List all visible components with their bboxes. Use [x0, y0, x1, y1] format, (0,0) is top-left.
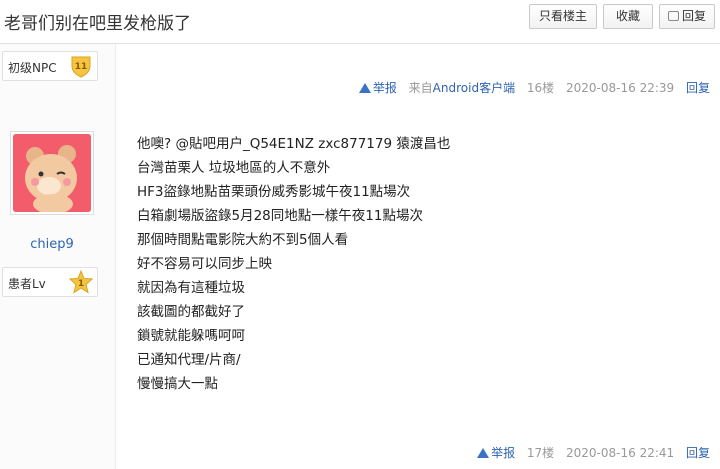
level-star-icon: 1	[69, 270, 93, 294]
level-name: 患者Lv	[8, 277, 46, 291]
level-number: 11	[75, 62, 88, 72]
content-line: 鎖號就能躲嗎呵呵	[137, 328, 245, 344]
content-line: 好不容易可以同步上映	[137, 256, 272, 272]
thread-header: 老哥们别在吧里发枪版了 只看楼主 收藏 回复	[0, 0, 720, 44]
content-line: 就因為有這種垃圾	[137, 280, 245, 296]
post-content: 他噢? @貼吧用户_Q54E1NZ zxc877179 猿渡昌也 台灣苗栗人 垃…	[137, 134, 450, 398]
thread-title: 老哥们别在吧里发枪版了	[4, 14, 191, 34]
level-badge-floor16[interactable]: 初级NPC 11	[2, 51, 98, 81]
user-sidebar	[0, 44, 116, 469]
favorite-button[interactable]: 收藏	[603, 4, 653, 29]
content-line: 台灣苗栗人 垃圾地區的人不意外	[137, 160, 331, 176]
floor-number: 16楼	[526, 81, 555, 95]
client-source: 来自Android客户端	[409, 81, 515, 95]
warning-icon	[477, 448, 490, 458]
floor-number: 17楼	[526, 446, 555, 460]
content-line: 該截圖的都截好了	[137, 304, 245, 320]
username-link[interactable]: chiep9	[0, 237, 104, 252]
reply-button[interactable]: 回复	[659, 4, 715, 29]
post-meta-floor17: 举报 17楼 2020-08-16 22:41 回复	[469, 445, 710, 461]
avatar[interactable]	[10, 131, 94, 215]
report-label: 举报	[372, 81, 397, 95]
content-line: 那個時間點電影院大約不到5個人看	[137, 232, 349, 248]
only-author-button[interactable]: 只看楼主	[529, 4, 597, 29]
warning-icon	[358, 83, 371, 93]
reply-link[interactable]: 回复	[686, 81, 710, 95]
content-line: 他噢? @貼吧用户_Q54E1NZ zxc877179 猿渡昌也	[137, 136, 451, 152]
post-time: 2020-08-16 22:41	[566, 446, 675, 460]
post-time: 2020-08-16 22:39	[566, 81, 675, 95]
level-number: 1	[78, 279, 84, 289]
reply-button-label: 回复	[681, 9, 706, 23]
reply-icon	[667, 11, 679, 21]
level-name: 初级NPC	[8, 61, 57, 75]
reply-link[interactable]: 回复	[686, 446, 710, 460]
avatar-image	[13, 134, 91, 212]
content-line: 已通知代理/片商/	[137, 352, 241, 368]
post-meta-floor16: 举报 来自Android客户端 16楼 2020-08-16 22:39 回复	[351, 80, 710, 96]
android-client-link[interactable]: Android客户端	[433, 81, 515, 95]
report-link[interactable]: 举报	[477, 446, 515, 460]
level-badge-floor17[interactable]: 患者Lv 1	[2, 267, 98, 297]
client-prefix: 来自	[408, 81, 433, 95]
content-line: 白箱劇場版盜錄5月28同地點一樣午夜11點場次	[137, 208, 423, 224]
content-line: HF3盜錄地點苗栗頭份威秀影城午夜11點場次	[137, 184, 411, 200]
level-shield-icon: 11	[71, 56, 91, 78]
report-link[interactable]: 举报	[358, 81, 397, 95]
content-line: 慢慢搞大一點	[137, 376, 218, 392]
bear-avatar-icon	[13, 134, 91, 212]
report-label: 举报	[491, 446, 516, 460]
